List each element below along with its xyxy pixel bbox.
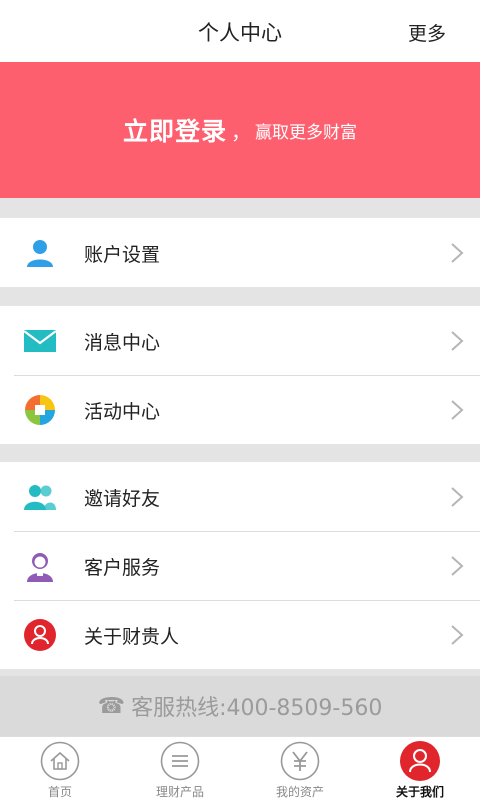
chevron-right-icon (451, 400, 464, 420)
customer-hotline[interactable]: ☎ 客服热线:400-8509-560 (0, 676, 480, 736)
login-banner[interactable]: 立即登录 ， 赢取更多财富 (0, 62, 480, 198)
bottom-tab-bar: 首页 理财产品 我的资产 关于我们 (0, 736, 480, 800)
menu-item-label: 邀请好友 (84, 488, 161, 510)
list-icon (160, 741, 200, 781)
chevron-right-icon (451, 556, 464, 576)
customer-service-icon (22, 549, 58, 583)
menu-item-account-settings[interactable]: 账户设置 (0, 218, 480, 287)
menu-item-label: 活动中心 (84, 401, 161, 423)
menu-group-more: 邀请好友 客户服务 关于财贵人 (0, 462, 480, 669)
banner-tagline: 赢取更多财富 (255, 122, 357, 143)
menu-item-about[interactable]: 关于财贵人 (0, 600, 480, 669)
menu-item-label: 账户设置 (84, 244, 161, 266)
menu-item-label: 客户服务 (84, 557, 161, 579)
login-label: 立即登录 (122, 117, 227, 146)
menu-group-messages: 消息中心 活动中心 (0, 306, 480, 444)
menu-item-activity-center[interactable]: 活动中心 (0, 375, 480, 444)
tab-about-us[interactable]: 关于我们 (360, 737, 480, 800)
yen-icon (280, 741, 320, 781)
hotline-text: 客服热线:400-8509-560 (131, 696, 383, 721)
chevron-right-icon (451, 331, 464, 351)
menu-item-invite-friends[interactable]: 邀请好友 (0, 462, 480, 531)
menu-item-customer-service[interactable]: 客户服务 (0, 531, 480, 600)
about-icon (22, 618, 58, 652)
tab-label: 理财产品 (155, 785, 204, 799)
home-icon (40, 741, 80, 781)
phone-icon: ☎ (97, 693, 126, 719)
menu-item-label: 消息中心 (84, 332, 161, 354)
tab-products[interactable]: 理财产品 (120, 737, 240, 800)
friends-icon (22, 480, 58, 514)
chevron-right-icon (451, 625, 464, 645)
person-icon (400, 741, 440, 781)
more-button[interactable]: 更多 (408, 19, 446, 46)
tab-label: 关于我们 (395, 785, 444, 799)
top-header: 个人中心 更多 (0, 0, 480, 62)
tab-assets[interactable]: 我的资产 (240, 737, 360, 800)
chevron-right-icon (451, 243, 464, 263)
tab-home[interactable]: 首页 (0, 737, 120, 800)
menu-group-account: 账户设置 (0, 218, 480, 287)
menu-item-message-center[interactable]: 消息中心 (0, 306, 480, 375)
banner-separator: ， (231, 119, 251, 144)
activity-icon (22, 393, 58, 427)
tab-label: 我的资产 (275, 785, 324, 799)
user-icon (22, 236, 58, 270)
tab-label: 首页 (47, 785, 72, 799)
menu-item-label: 关于财贵人 (84, 626, 180, 648)
envelope-icon (22, 324, 58, 358)
chevron-right-icon (451, 487, 464, 507)
